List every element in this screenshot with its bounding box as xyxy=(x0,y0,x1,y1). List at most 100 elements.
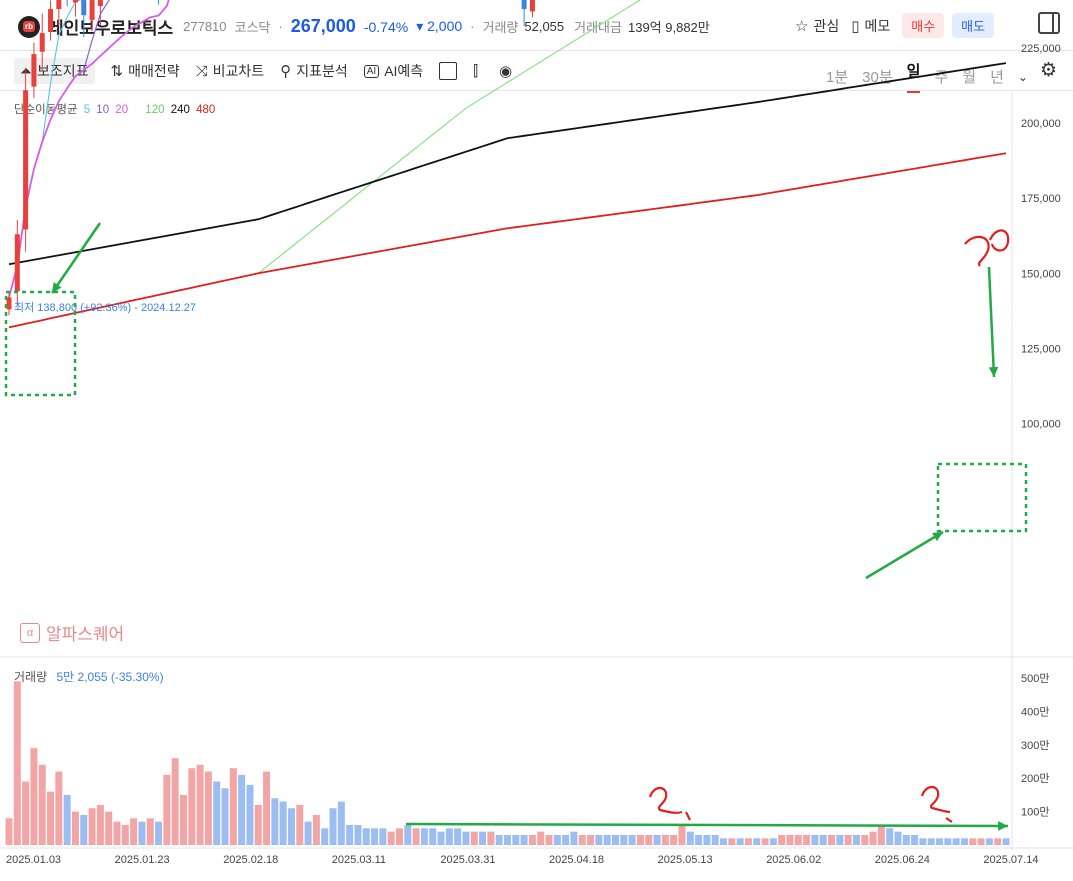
volume-bar xyxy=(346,824,354,845)
volume-bar xyxy=(404,824,412,845)
volume-bar xyxy=(321,828,329,845)
volume-bar xyxy=(105,811,113,845)
volume-bar xyxy=(877,824,885,845)
volume-bar xyxy=(304,821,312,845)
price-tick-label: 125,000 xyxy=(1021,343,1061,355)
price-tick-label: 175,000 xyxy=(1021,193,1061,205)
volume-bar xyxy=(969,838,977,845)
volume-bar xyxy=(720,838,728,845)
volume-bar xyxy=(88,808,96,845)
volume-bar xyxy=(703,834,711,845)
volume-bar xyxy=(911,834,919,845)
volume-bar xyxy=(636,834,644,845)
volume-bar xyxy=(279,801,287,845)
candle-body xyxy=(529,0,535,12)
volume-bar xyxy=(412,828,420,845)
ma5-line xyxy=(8,0,82,298)
volume-bar xyxy=(695,834,703,845)
volume-bar xyxy=(296,804,304,845)
volume-tick-label: 300만 xyxy=(1021,739,1049,752)
volume-bar xyxy=(661,834,669,845)
volume-tick-label: 200만 xyxy=(1021,772,1049,785)
volume-bar xyxy=(71,811,79,845)
annotation-arrow-right xyxy=(865,530,944,580)
volume-bar xyxy=(171,758,179,845)
volume-bar xyxy=(121,824,129,845)
volume-bar xyxy=(238,774,246,845)
volume-bar xyxy=(844,834,852,845)
volume-bar xyxy=(678,824,686,845)
volume-bar xyxy=(22,781,30,845)
volume-bar xyxy=(445,828,453,845)
volume-bar xyxy=(562,834,570,845)
volume-bar xyxy=(960,838,968,845)
volume-bar xyxy=(263,771,271,845)
volume-bar xyxy=(329,808,337,845)
volume-bar xyxy=(836,834,844,845)
annotation-box-right xyxy=(936,462,1028,533)
volume-bar xyxy=(371,828,379,845)
volume-bar xyxy=(553,834,561,845)
ma10-line xyxy=(8,0,110,298)
volume-bar xyxy=(794,834,802,845)
candle-body xyxy=(89,0,95,20)
volume-bar xyxy=(744,838,752,845)
date-tick-label: 2025.03.11 xyxy=(332,854,386,866)
volume-bar xyxy=(570,831,578,845)
volume-bar xyxy=(653,834,661,845)
date-tick-label: 2025.01.03 xyxy=(6,854,61,866)
volume-bar xyxy=(38,764,46,845)
volume-bar xyxy=(30,748,38,845)
volume-bar xyxy=(179,794,187,845)
volume-bar xyxy=(80,814,88,845)
volume-bar xyxy=(337,801,345,845)
volume-bar xyxy=(520,834,528,845)
date-tick-label: 2025.04.18 xyxy=(549,854,604,866)
price-tick-label: 150,000 xyxy=(1021,268,1061,280)
volume-bar xyxy=(769,838,777,845)
volume-bar xyxy=(229,768,237,845)
volume-bar xyxy=(861,834,869,845)
volume-bar xyxy=(736,838,744,845)
handwritten-mark-2 xyxy=(648,786,691,821)
volume-bar xyxy=(919,838,927,845)
date-tick-label: 2025.01.23 xyxy=(115,854,170,866)
volume-bar xyxy=(761,838,769,845)
annotation-arrow-top xyxy=(987,266,996,378)
volume-bar xyxy=(728,838,736,845)
volume-bar xyxy=(994,838,1002,845)
volume-bar xyxy=(387,831,395,845)
volume-bar xyxy=(603,834,611,845)
annotation-arrow-volume-head xyxy=(998,821,1008,831)
volume-tick-label: 500만 xyxy=(1021,672,1049,685)
volume-bar xyxy=(595,834,603,845)
date-tick-label: 2025.05.13 xyxy=(658,854,713,866)
date-tick-label: 2025.06.02 xyxy=(766,854,821,866)
volume-bar xyxy=(886,828,894,845)
volume-bar xyxy=(944,838,952,845)
ma20-line xyxy=(8,0,170,298)
volume-bar xyxy=(828,834,836,845)
volume-bar xyxy=(395,828,403,845)
volume-bar xyxy=(55,771,63,845)
volume-bar xyxy=(504,834,511,845)
volume-bar xyxy=(454,828,462,845)
volume-bar xyxy=(753,838,761,845)
volume-bar xyxy=(271,798,279,845)
candle-body xyxy=(72,0,78,3)
annotation-arrow-volume xyxy=(405,822,1009,828)
price-tick-label: 225,000 xyxy=(1021,43,1061,55)
volume-bar xyxy=(620,834,628,845)
annotation-arrow-left xyxy=(50,222,102,294)
volume-bar xyxy=(312,814,320,845)
date-tick-label: 2025.02.18 xyxy=(223,854,278,866)
date-tick-label: 2025.03.31 xyxy=(440,854,495,866)
candle-body xyxy=(23,90,29,230)
candle-body xyxy=(48,9,54,32)
volume-bar xyxy=(362,828,370,845)
price-chart[interactable]: 450,000425,000400,000375,000350,000325,0… xyxy=(0,0,1073,881)
candle-body xyxy=(39,33,45,52)
date-tick-label: 2025.07.14 xyxy=(983,854,1038,866)
volume-bar xyxy=(437,831,445,845)
candle-body xyxy=(521,0,527,10)
